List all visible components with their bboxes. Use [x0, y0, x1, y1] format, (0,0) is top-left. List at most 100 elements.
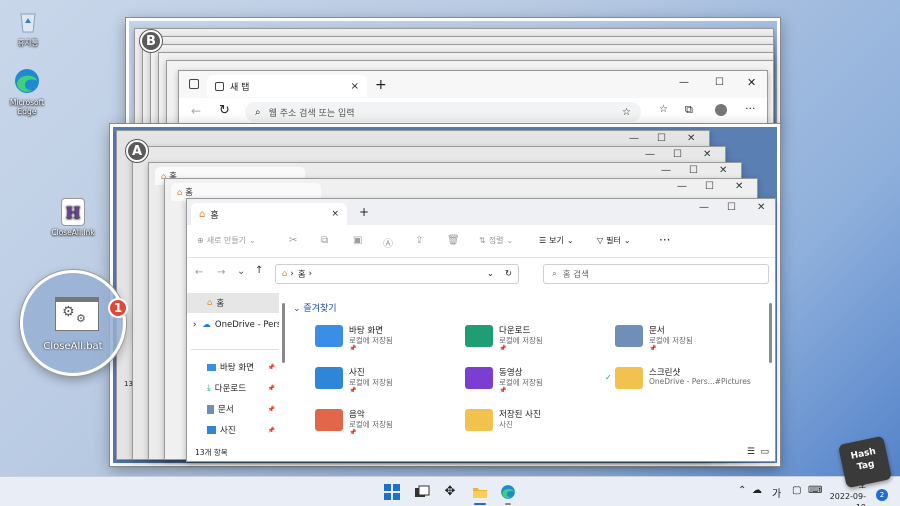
desktop-icon-recycle-bin[interactable]: 휴지통 — [1, 6, 55, 47]
notification-badge[interactable]: 2 — [876, 489, 888, 501]
explorer-tab-title: 홈 — [210, 210, 219, 221]
close-window-icon[interactable]: ✕ — [757, 202, 765, 213]
pin-icon: 📌 — [349, 429, 357, 436]
close-window-icon[interactable]: ✕ — [687, 133, 695, 144]
maximize-icon[interactable]: ☐ — [727, 202, 736, 213]
maximize-icon[interactable]: ☐ — [657, 133, 666, 144]
close-tab-icon[interactable]: × — [331, 209, 339, 219]
filter-icon: ▽ — [597, 236, 604, 245]
desktop-folder-icon — [207, 363, 216, 371]
close-window-icon[interactable]: ✕ — [747, 76, 756, 89]
explorer-tab-home[interactable]: ⌂ 홈 × — [191, 203, 347, 225]
chevron-up-icon[interactable]: ⌃ — [738, 485, 746, 496]
forward-icon[interactable]: → — [217, 267, 225, 278]
more-options-icon[interactable]: ··· — [745, 102, 756, 115]
share-icon[interactable]: ⇪ — [415, 235, 423, 246]
add-favorite-icon[interactable]: ☆ — [622, 107, 631, 118]
edge-browser-window[interactable]: 새 탭 × + — ☐ ✕ ← ↻ ⌕ 웹 주소 검색 또는 입력 ☆ ☆ ⧉ … — [178, 70, 768, 128]
file-explorer-taskbar-icon[interactable] — [472, 484, 488, 505]
desktop-icon-edge[interactable]: Microsoft Edge — [0, 66, 54, 116]
task-view-icon[interactable] — [414, 484, 430, 500]
refresh-icon[interactable]: ↻ — [505, 269, 512, 279]
tab-actions-icon[interactable] — [189, 79, 199, 89]
nav-item-onedrive[interactable]: › ☁ OneDrive - Pers — [187, 315, 279, 335]
minimize-icon[interactable]: — — [629, 133, 639, 144]
edge-tab[interactable]: 새 탭 × — [207, 75, 367, 97]
nav-item-documents[interactable]: 문서 📌 — [187, 399, 279, 419]
cut-icon[interactable]: ✂ — [289, 235, 297, 246]
favorite-item-saved-pictures[interactable]: 저장된 사진 사진 — [465, 407, 605, 437]
favorite-item-downloads[interactable]: 다운로드 로컬에 저장됨 📌 — [465, 323, 605, 353]
chevron-down-icon[interactable]: ⌄ — [237, 266, 245, 277]
search-input[interactable]: ⌕ 홈 검색 — [543, 264, 769, 284]
edge-tab-title: 새 탭 — [230, 82, 250, 93]
content-scrollbar[interactable] — [769, 303, 772, 363]
nav-item-home[interactable]: ⌂ 홈 — [187, 293, 279, 313]
desktop-icon-closeall-lnk[interactable]: H CloseAll.lnk — [46, 198, 100, 237]
filter-button[interactable]: ▽ 필터 ⌄ — [597, 235, 631, 246]
back-icon[interactable]: ← — [191, 104, 201, 118]
copy-icon[interactable]: ⧉ — [321, 235, 328, 246]
collections-icon[interactable]: ⧉ — [685, 103, 693, 117]
language-icon[interactable]: 가 — [772, 485, 781, 500]
favorite-item-desktop[interactable]: 바탕 화면 로컬에 저장됨 📌 — [315, 323, 455, 353]
maximize-icon[interactable]: ☐ — [673, 149, 682, 160]
favorites-section-header[interactable]: ⌄ 즐겨찾기 — [293, 301, 337, 314]
clipboard-icon[interactable]: ▢ — [792, 485, 801, 496]
pin-icon: 📌 — [649, 345, 657, 352]
address-row: ← → ⌄ ↑ ⌂ › 홈 › ⌄ ↻ ⌕ 홈 검색 — [187, 261, 775, 289]
onedrive-tray-icon[interactable]: ☁ — [752, 485, 762, 496]
desktop-icon-label: 휴지통 — [17, 38, 39, 47]
start-icon[interactable] — [384, 484, 400, 500]
minimize-icon[interactable]: — — [677, 181, 687, 192]
closeall-bat-magnifier[interactable]: ⚙ ⚙ CloseAll.bat — [20, 270, 126, 376]
favorite-item-pictures[interactable]: 사진 로컬에 저장됨 📌 — [315, 365, 455, 395]
paste-icon[interactable]: ▣ — [353, 235, 362, 246]
new-item-button[interactable]: ⊕ 새로 만들기 ⌄ — [197, 235, 256, 246]
favorites-icon[interactable]: ☆ — [659, 104, 668, 115]
widgets-icon[interactable]: ✥ — [442, 484, 458, 500]
up-icon[interactable]: ↑ — [255, 265, 263, 276]
chevron-down-icon: ⌄ — [623, 236, 631, 245]
minimize-icon[interactable]: — — [699, 202, 709, 213]
close-window-icon[interactable]: ✕ — [719, 165, 727, 176]
breadcrumb-item-home[interactable]: 홈 — [298, 268, 306, 280]
favorite-item-music[interactable]: 음악 로컬에 저장됨 📌 — [315, 407, 455, 437]
view-button[interactable]: ☰ 보기 ⌄ — [539, 235, 574, 246]
more-options-icon[interactable]: ··· — [659, 233, 670, 247]
edge-taskbar-icon[interactable] — [500, 484, 516, 505]
back-icon[interactable]: ← — [195, 267, 203, 278]
maximize-icon[interactable]: ☐ — [705, 181, 714, 192]
home-icon: ⌂ — [177, 188, 183, 198]
nav-item-pictures[interactable]: 사진 📌 — [187, 420, 279, 440]
breadcrumb[interactable]: ⌂ › 홈 › ⌄ ↻ — [275, 264, 519, 284]
minimize-icon[interactable]: — — [679, 77, 689, 88]
maximize-icon[interactable]: ☐ — [715, 77, 724, 88]
new-tab-icon[interactable]: + — [375, 77, 387, 93]
favorite-item-screenshots[interactable]: ✓ 스크린샷 OneDrive - Pers...#Pictures — [605, 365, 765, 395]
address-bar[interactable]: ⌕ 웹 주소 검색 또는 입력 ☆ — [245, 102, 641, 122]
rename-icon[interactable]: Ⓐ — [383, 235, 393, 250]
details-view-icon[interactable]: ☰ — [747, 447, 755, 457]
network-icon[interactable]: ⌨ — [808, 485, 822, 496]
maximize-icon[interactable]: ☐ — [689, 165, 698, 176]
favorite-item-documents[interactable]: 문서 로컬에 저장됨 📌 — [615, 323, 755, 353]
chevron-down-icon[interactable]: ⌄ — [487, 269, 494, 279]
delete-icon[interactable]: 🗑 — [447, 235, 460, 246]
command-bar: ⊕ 새로 만들기 ⌄ ✂ ⧉ ▣ Ⓐ ⇪ 🗑 ⇅ 정렬 ⌄ ☰ 보기 ⌄ ▽ 필… — [187, 226, 775, 258]
favorite-item-videos[interactable]: 동영상 로컬에 저장됨 📌 — [465, 365, 605, 395]
nav-scrollbar[interactable] — [282, 303, 285, 363]
nav-item-downloads[interactable]: ⤓ 다운로드 📌 — [187, 378, 279, 398]
minimize-icon[interactable]: — — [645, 149, 655, 160]
profile-icon[interactable] — [715, 104, 727, 116]
new-tab-icon[interactable]: + — [359, 205, 369, 219]
close-window-icon[interactable]: ✕ — [735, 181, 743, 192]
file-explorer-window[interactable]: ⌂ 홈 × + — ☐ ✕ ⊕ 새로 만들기 ⌄ ✂ ⧉ ▣ Ⓐ ⇪ 🗑 ⇅ 정… — [186, 198, 776, 462]
close-window-icon[interactable]: ✕ — [703, 149, 711, 160]
close-tab-icon[interactable]: × — [351, 81, 359, 92]
sort-button[interactable]: ⇅ 정렬 ⌄ — [479, 235, 513, 246]
minimize-icon[interactable]: — — [661, 165, 671, 176]
tiles-view-icon[interactable]: ▭ — [760, 447, 769, 457]
refresh-icon[interactable]: ↻ — [219, 103, 230, 118]
nav-item-desktop[interactable]: 바탕 화면 📌 — [187, 357, 279, 377]
